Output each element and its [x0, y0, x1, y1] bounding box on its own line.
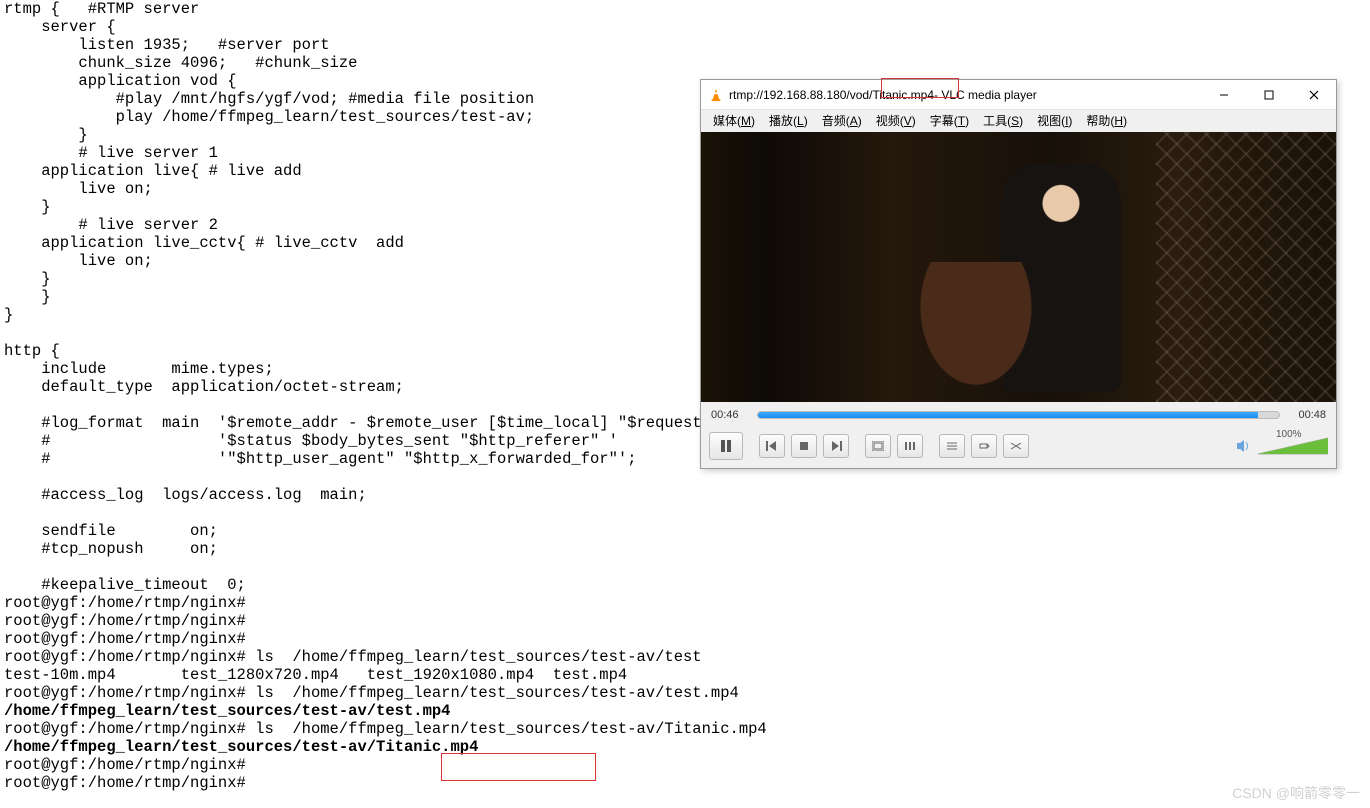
menu-a[interactable]: 音频(A)	[816, 110, 868, 132]
menu-h[interactable]: 帮助(H)	[1080, 110, 1133, 132]
playlist-button[interactable]	[939, 434, 965, 458]
vlc-menubar: 媒体(M)播放(L)音频(A)视频(V)字幕(T)工具(S)视图(I)帮助(H)	[701, 110, 1336, 132]
menu-v[interactable]: 视频(V)	[870, 110, 922, 132]
speaker-icon[interactable]	[1236, 438, 1252, 454]
menu-l[interactable]: 播放(L)	[763, 110, 814, 132]
video-area[interactable]	[701, 132, 1336, 402]
vlc-cone-icon	[709, 88, 723, 102]
menu-i[interactable]: 视图(I)	[1031, 110, 1078, 132]
minimize-button[interactable]	[1201, 80, 1246, 110]
vlc-title-suffix: - VLC media player	[934, 86, 1037, 104]
stop-button[interactable]	[791, 434, 817, 458]
previous-button[interactable]	[759, 434, 785, 458]
close-button[interactable]	[1291, 80, 1336, 110]
time-current: 00:46	[711, 406, 749, 424]
volume-slider[interactable]: 100%	[1258, 436, 1328, 456]
shuffle-button[interactable]	[1003, 434, 1029, 458]
volume-control[interactable]: 100%	[1236, 436, 1328, 456]
fullscreen-button[interactable]	[865, 434, 891, 458]
maximize-button[interactable]	[1246, 80, 1291, 110]
pause-button[interactable]	[709, 432, 743, 460]
loop-button[interactable]	[971, 434, 997, 458]
vlc-titlebar[interactable]: rtmp://192.168.88.180/vod /Titanic.mp4 -…	[701, 80, 1336, 110]
menu-t[interactable]: 字幕(T)	[924, 110, 975, 132]
menu-m[interactable]: 媒体(M)	[707, 110, 761, 132]
time-total: 00:48	[1288, 406, 1326, 424]
watermark: CSDN @响箭零零一	[1232, 784, 1360, 802]
vlc-window: rtmp://192.168.88.180/vod /Titanic.mp4 -…	[700, 79, 1337, 469]
menu-s[interactable]: 工具(S)	[977, 110, 1029, 132]
seek-slider[interactable]	[757, 411, 1280, 419]
control-bar: 100%	[701, 428, 1336, 468]
next-button[interactable]	[823, 434, 849, 458]
volume-percent: 100%	[1276, 426, 1302, 444]
vlc-title-file: /Titanic.mp4	[869, 86, 934, 104]
time-bar: 00:46 00:48	[701, 402, 1336, 428]
vlc-title-pre: rtmp://192.168.88.180/vod	[729, 86, 869, 104]
extended-settings-button[interactable]	[897, 434, 923, 458]
